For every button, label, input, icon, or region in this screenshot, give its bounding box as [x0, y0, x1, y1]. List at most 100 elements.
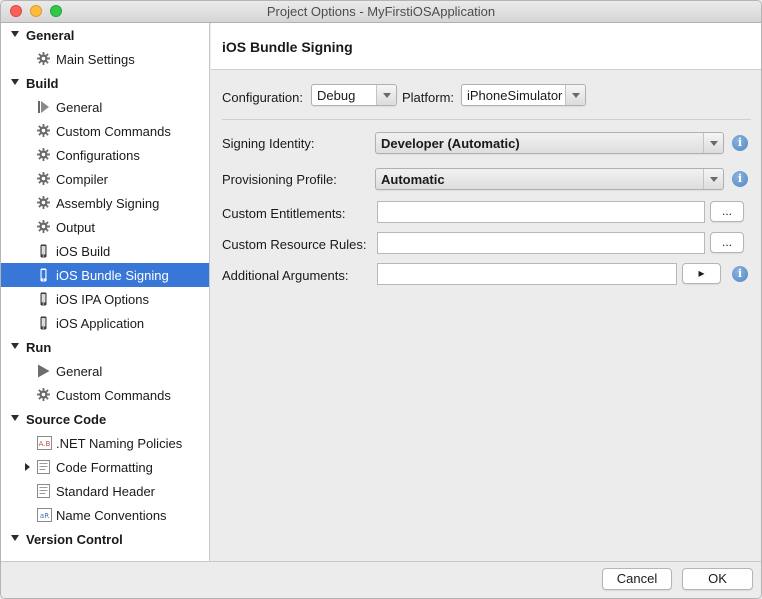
sidebar-group-source-code[interactable]: Source Code	[1, 407, 209, 431]
panel-header: iOS Bundle Signing	[211, 23, 761, 70]
sidebar-group-run[interactable]: Run	[1, 335, 209, 359]
naming-policy-icon: A.B	[37, 436, 52, 450]
custom-resource-rules-field[interactable]	[377, 232, 705, 254]
sidebar-item-build-compiler[interactable]: Compiler	[1, 167, 209, 191]
sidebar-item-build-general[interactable]: General	[1, 95, 209, 119]
sidebar-group-version-control[interactable]: Version Control	[1, 527, 209, 551]
sidebar-item-label: iOS Application	[56, 316, 145, 331]
chevron-down-icon	[565, 85, 585, 105]
divider	[222, 119, 751, 120]
custom-resource-rules-label: Custom Resource Rules:	[222, 237, 367, 252]
iphone-icon	[37, 244, 50, 258]
sidebar-item-label: Code Formatting	[56, 460, 153, 475]
title-bar: Project Options - MyFirstiOSApplication	[1, 1, 761, 23]
sidebar-item-label: General	[56, 364, 103, 379]
gear-icon	[37, 196, 50, 210]
sidebar-item-source-code-net-naming-policies[interactable]: A.B .NET Naming Policies	[1, 431, 209, 455]
sidebar-item-label: General	[56, 100, 103, 115]
sidebar-item-label: Main Settings	[56, 52, 135, 67]
additional-arguments-field[interactable]	[377, 263, 677, 285]
gear-icon	[37, 172, 50, 186]
svg-text:A.B: A.B	[39, 440, 51, 448]
custom-entitlements-field[interactable]	[377, 201, 705, 223]
sidebar-item-label: Standard Header	[56, 484, 156, 499]
info-icon[interactable]: i	[732, 266, 748, 282]
chevron-down-icon	[703, 133, 723, 153]
sidebar-group-label: Run	[26, 340, 52, 355]
sidebar-group-label: Source Code	[26, 412, 107, 427]
panel-title: iOS Bundle Signing	[222, 39, 353, 55]
disclosure-triangle-icon[interactable]	[11, 415, 19, 421]
sidebar-item-label: iOS IPA Options	[56, 292, 149, 307]
sidebar-item-run-custom-commands[interactable]: Custom Commands	[1, 383, 209, 407]
additional-arguments-label: Additional Arguments:	[222, 268, 349, 283]
provisioning-profile-value: Automatic	[381, 172, 445, 187]
sidebar-item-label: .NET Naming Policies	[56, 436, 183, 451]
window-title: Project Options - MyFirstiOSApplication	[266, 4, 496, 19]
sidebar-item-label: Configurations	[56, 148, 140, 163]
sidebar-item-build-assembly-signing[interactable]: Assembly Signing	[1, 191, 209, 215]
iphone-icon	[37, 316, 50, 330]
settings-panel: iOS Bundle Signing Configuration: Debug …	[211, 23, 761, 561]
sidebar-item-label: Custom Commands	[56, 388, 171, 403]
sidebar-item-label: Custom Commands	[56, 124, 171, 139]
info-icon[interactable]: i	[732, 171, 748, 187]
sidebar-item-build-ios-application[interactable]: iOS Application	[1, 311, 209, 335]
ok-button[interactable]: OK	[682, 568, 753, 590]
provisioning-profile-label: Provisioning Profile:	[222, 172, 337, 187]
signing-identity-value: Developer (Automatic)	[381, 136, 520, 151]
sidebar-item-label: iOS Bundle Signing	[56, 268, 169, 283]
cancel-button[interactable]: Cancel	[602, 568, 672, 590]
chevron-down-icon	[376, 85, 396, 105]
info-icon[interactable]: i	[732, 135, 748, 151]
configuration-select[interactable]: Debug	[311, 84, 397, 106]
dialog-footer: Cancel OK	[1, 561, 761, 598]
iphone-icon	[37, 292, 50, 306]
gear-icon	[37, 220, 50, 234]
configuration-value: Debug	[317, 88, 356, 103]
expand-triangle-icon[interactable]	[25, 463, 30, 471]
gear-icon	[37, 388, 50, 402]
svg-text:aR: aR	[40, 512, 49, 520]
project-options-window: Project Options - MyFirstiOSApplication …	[0, 0, 762, 599]
sidebar-group-label: Version Control	[26, 532, 123, 547]
platform-label: Platform:	[402, 90, 455, 105]
sidebar-item-build-output[interactable]: Output	[1, 215, 209, 239]
sidebar-item-source-code-standard-header[interactable]: Standard Header	[1, 479, 209, 503]
disclosure-triangle-icon[interactable]	[11, 343, 19, 349]
chevron-down-icon	[703, 169, 723, 189]
disclosure-triangle-icon[interactable]	[11, 31, 19, 37]
sidebar-item-source-code-name-conventions[interactable]: aR Name Conventions	[1, 503, 209, 527]
sidebar-item-build-ios-ipa-options[interactable]: iOS IPA Options	[1, 287, 209, 311]
sidebar-item-run-general[interactable]: General	[1, 359, 209, 383]
sidebar-group-build[interactable]: Build	[1, 71, 209, 95]
build-play-icon	[37, 100, 50, 114]
sidebar-group-general[interactable]: General	[1, 23, 209, 47]
sidebar-item-label: Name Conventions	[56, 508, 167, 523]
iphone-icon	[37, 268, 50, 282]
gear-icon	[37, 148, 50, 162]
sidebar-item-general-main-settings[interactable]: Main Settings	[1, 47, 209, 71]
sidebar-group-label: General	[26, 28, 75, 43]
signing-identity-select[interactable]: Developer (Automatic)	[375, 132, 724, 154]
custom-entitlements-label: Custom Entitlements:	[222, 206, 346, 221]
provisioning-profile-select[interactable]: Automatic	[375, 168, 724, 190]
play-icon	[37, 364, 50, 378]
document-icon	[37, 460, 50, 474]
document-icon	[37, 484, 50, 498]
platform-select[interactable]: iPhoneSimulator	[461, 84, 586, 106]
gear-icon	[37, 52, 50, 66]
sidebar-item-source-code-code-formatting[interactable]: Code Formatting	[1, 455, 209, 479]
arguments-menu-button[interactable]: ▸	[682, 263, 721, 284]
disclosure-triangle-icon[interactable]	[11, 535, 19, 541]
sidebar-item-build-custom-commands[interactable]: Custom Commands	[1, 119, 209, 143]
custom-entitlements-browse-button[interactable]: ...	[710, 201, 744, 222]
sidebar-item-label: Output	[56, 220, 96, 235]
sidebar-item-build-ios-bundle-signing[interactable]: iOS Bundle Signing	[1, 263, 209, 287]
custom-resource-rules-browse-button[interactable]: ...	[710, 232, 744, 253]
disclosure-triangle-icon[interactable]	[11, 79, 19, 85]
sidebar-item-build-configurations[interactable]: Configurations	[1, 143, 209, 167]
sidebar-item-build-ios-build[interactable]: iOS Build	[1, 239, 209, 263]
name-convention-icon: aR	[37, 508, 52, 522]
sidebar-group-label: Build	[26, 76, 59, 91]
